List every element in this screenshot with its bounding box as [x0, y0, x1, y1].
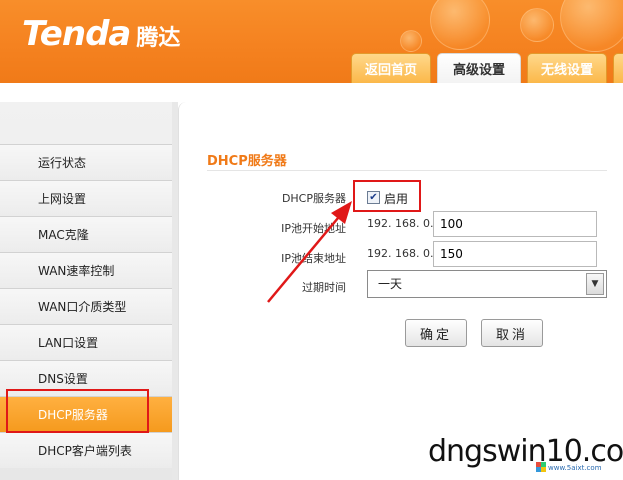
ip-end-label: IP池结束地址 — [281, 252, 346, 265]
expire-label: 过期时间 — [302, 281, 346, 294]
expire-select[interactable]: 一天 ▼ — [367, 270, 607, 298]
ip-start-label: IP池开始地址 — [281, 222, 346, 235]
annotation-box-sidebar — [6, 389, 149, 433]
decor-bubble — [520, 8, 554, 42]
logo-text-cn: 腾达 — [136, 26, 181, 51]
ip-end-prefix: 192. 168. 0. — [367, 247, 434, 260]
logo-text-en: Tenda — [22, 14, 131, 54]
sidebar-item-internet[interactable]: 上网设置 — [0, 180, 172, 216]
decor-bubble — [430, 0, 490, 50]
main-panel: DHCP服务器 DHCP服务器 ✔ 启用 IP池开始地址 192. 168. 0… — [178, 102, 623, 480]
section-title: DHCP服务器 — [207, 154, 287, 169]
annotation-box-enable — [353, 180, 421, 212]
ip-start-input[interactable]: 100 — [433, 211, 597, 237]
sidebar-item-status[interactable]: 运行状态 — [0, 144, 172, 180]
top-tabs: 返回首页 高级设置 无线设置 — [351, 53, 623, 83]
windows-logo-icon — [536, 462, 546, 472]
confirm-button[interactable]: 确定 — [405, 319, 467, 347]
tab-advanced-settings[interactable]: 高级设置 — [437, 53, 521, 83]
tab-home[interactable]: 返回首页 — [351, 53, 431, 83]
watermark-small-text: www.5aixt.com — [548, 464, 602, 472]
tab-wireless-settings[interactable]: 无线设置 — [527, 53, 607, 83]
tenda-logo: Tenda 腾达 — [22, 14, 180, 54]
expire-value: 一天 — [378, 277, 403, 291]
sidebar-item-dhcp-clients[interactable]: DHCP客户端列表 — [0, 432, 172, 468]
dhcp-server-label: DHCP服务器 — [281, 192, 346, 205]
cancel-button[interactable]: 取消 — [481, 319, 543, 347]
sidebar-item-mac-clone[interactable]: MAC克隆 — [0, 216, 172, 252]
sidebar-header — [0, 102, 172, 144]
sidebar-item-lan[interactable]: LAN口设置 — [0, 324, 172, 360]
sidebar-item-wan-media[interactable]: WAN口介质类型 — [0, 288, 172, 324]
ip-end-input[interactable]: 150 — [433, 241, 597, 267]
tab-more[interactable] — [613, 53, 623, 83]
decor-bubble — [400, 30, 422, 52]
ip-start-prefix: 192. 168. 0. — [367, 217, 434, 230]
decor-bubble — [560, 0, 623, 52]
sidebar-item-wan-speed[interactable]: WAN速率控制 — [0, 252, 172, 288]
section-divider — [207, 170, 607, 171]
header-bar: Tenda 腾达 返回首页 高级设置 无线设置 — [0, 0, 623, 83]
chevron-down-icon[interactable]: ▼ — [586, 273, 604, 295]
